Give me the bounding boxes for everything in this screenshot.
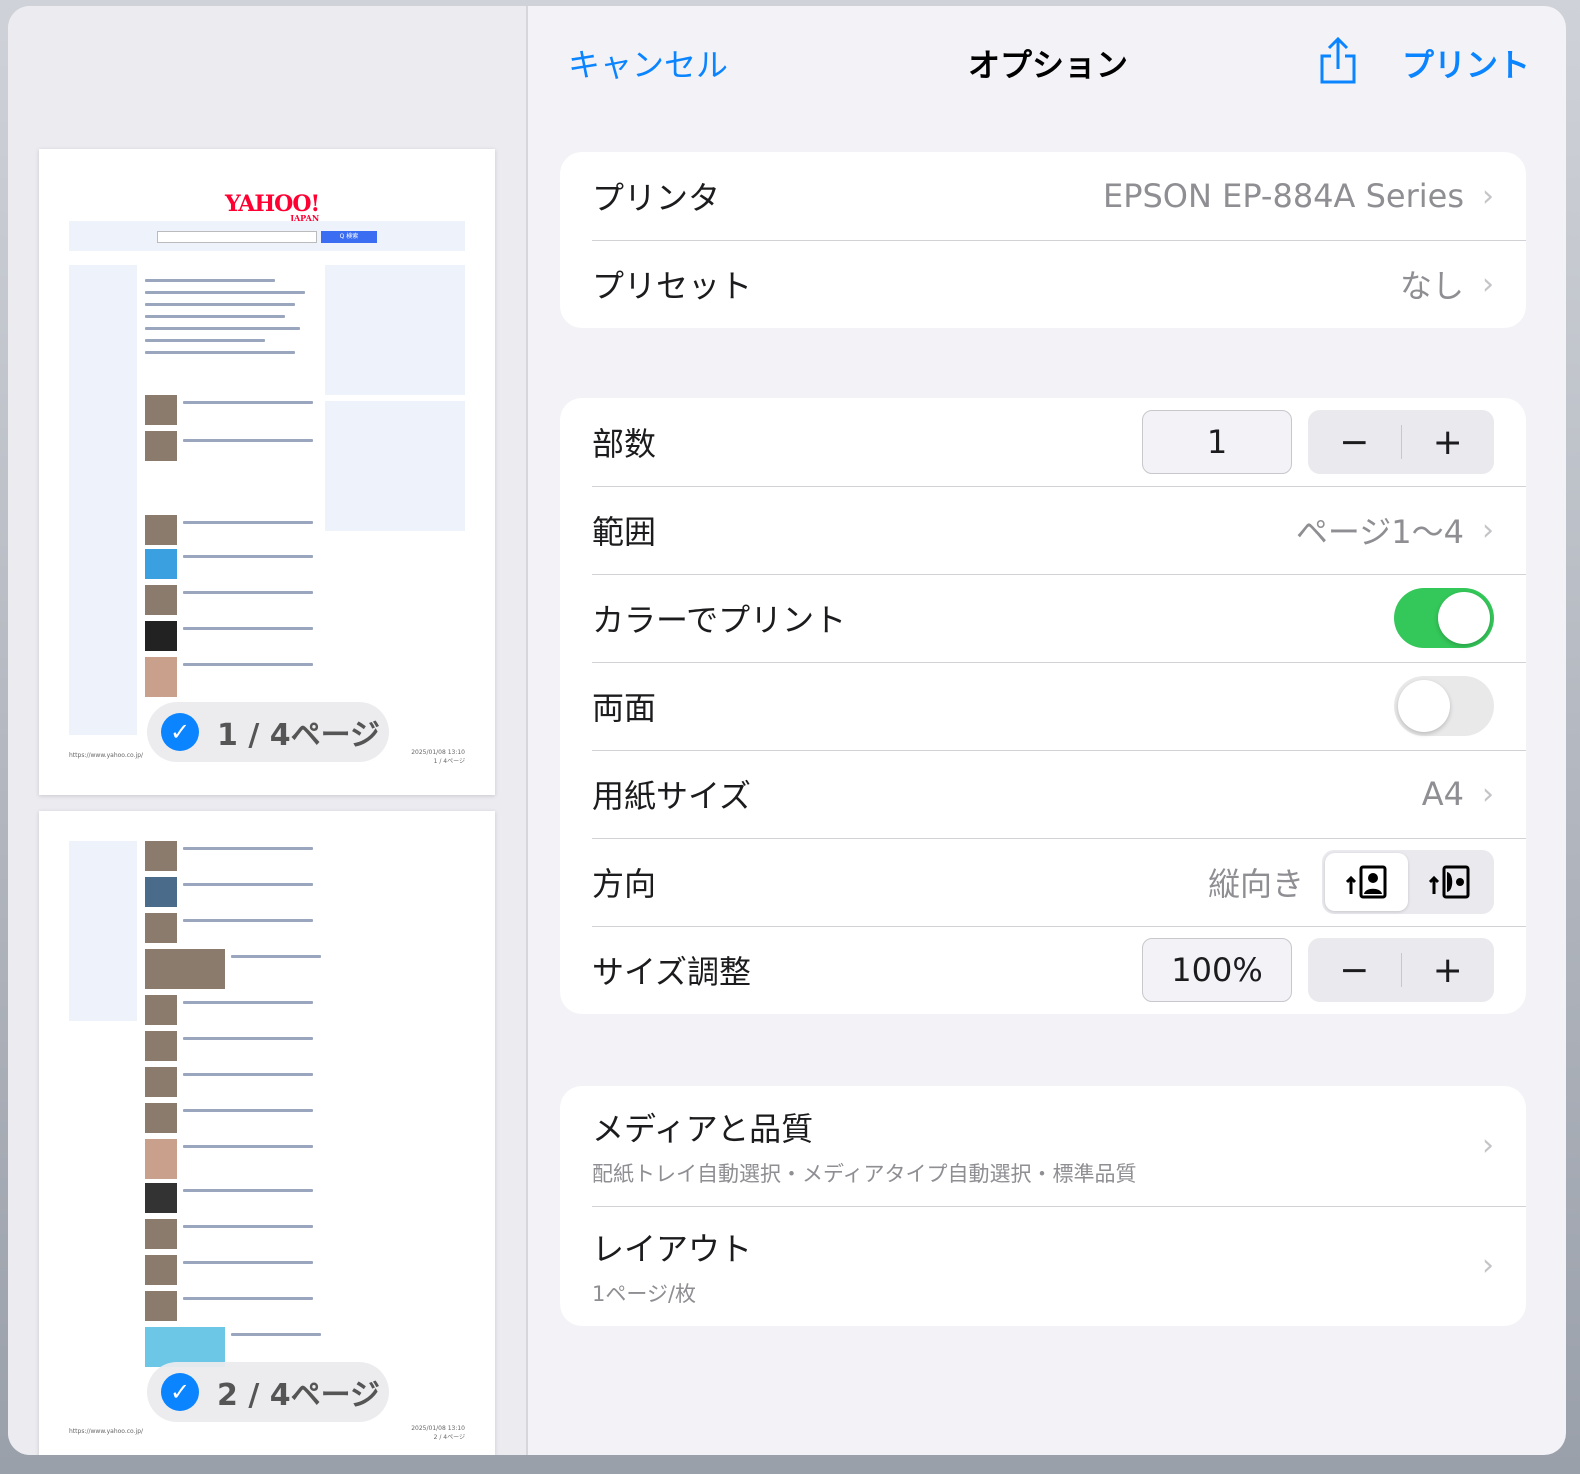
yahoo-logo: YAHOO! JAPAN [225,191,320,223]
chevron-right-icon: › [1482,776,1494,812]
chevron-right-icon: › [1482,178,1494,214]
print-options-sheet: YAHOO! JAPAN Q 検索 https://www.yahoo.co.jp… [8,6,1566,1455]
chevron-right-icon: › [1482,512,1494,548]
preview-pane: YAHOO! JAPAN Q 検索 https://www.yahoo.co.jp… [8,6,528,1455]
plus-button[interactable]: + [1402,422,1495,463]
page-preview-1[interactable]: YAHOO! JAPAN Q 検索 https://www.yahoo.co.jp… [39,149,495,795]
orientation-segmented-control [1322,850,1494,914]
printer-group: プリンタ EPSON EP-884A Series › プリセット なし › [560,152,1526,328]
checkmark-icon: ✓ [161,1373,199,1411]
chevron-right-icon: › [1482,266,1494,302]
copies-input[interactable]: 1 [1142,410,1292,474]
page-1-selected-badge[interactable]: ✓ 1 / 4ページ [147,702,389,762]
page-2-selected-badge[interactable]: ✓ 2 / 4ページ [147,1362,389,1422]
copies-row: 部数 1 − + [560,398,1526,486]
paper-size-row[interactable]: 用紙サイズ A4 › [560,750,1526,838]
color-toggle[interactable] [1394,588,1494,648]
orientation-row: 方向 縦向き [560,838,1526,926]
chevron-right-icon: › [1482,1248,1494,1283]
scale-row: サイズ調整 100% − + [560,926,1526,1014]
page-preview-2[interactable]: https://www.yahoo.co.jp/ 2025/01/08 13:1… [39,811,495,1455]
landscape-icon [1428,865,1469,899]
landscape-option[interactable] [1408,853,1491,911]
options-pane: キャンセル オプション プリント プリンタ EPSON EP-884A Serie… [530,6,1566,1455]
portrait-icon [1345,865,1386,899]
duplex-toggle[interactable] [1394,676,1494,736]
duplex-row: 両面 [560,662,1526,750]
share-icon [1320,36,1356,84]
printer-row[interactable]: プリンタ EPSON EP-884A Series › [560,152,1526,240]
minus-button[interactable]: − [1308,950,1401,991]
layout-row[interactable]: レイアウト 1ページ/枚 › [560,1206,1526,1326]
scale-input[interactable]: 100% [1142,938,1292,1002]
color-row: カラーでプリント [560,574,1526,662]
copies-stepper[interactable]: − + [1308,410,1494,474]
checkmark-icon: ✓ [161,713,199,751]
scale-stepper[interactable]: − + [1308,938,1494,1002]
portrait-option[interactable] [1325,853,1408,911]
preset-row[interactable]: プリセット なし › [560,240,1526,328]
share-button[interactable] [1318,36,1358,94]
advanced-group: メディアと品質 配紙トレイ自動選択・メディアタイプ自動選択・標準品質 › レイアウト… [560,1086,1526,1326]
minus-button[interactable]: − [1308,422,1401,463]
range-row[interactable]: 範囲 ページ1〜4 › [560,486,1526,574]
print-button[interactable]: プリント [1402,40,1530,86]
chevron-right-icon: › [1482,1128,1494,1163]
preview-search-bar: Q 検索 [69,221,465,251]
plus-button[interactable]: + [1402,950,1495,991]
media-quality-row[interactable]: メディアと品質 配紙トレイ自動選択・メディアタイプ自動選択・標準品質 › [560,1086,1526,1206]
settings-group: 部数 1 − + 範囲 ページ1〜4 › カラーでプリント 両面 用紙サイズ A4 › 方… [560,398,1526,1014]
